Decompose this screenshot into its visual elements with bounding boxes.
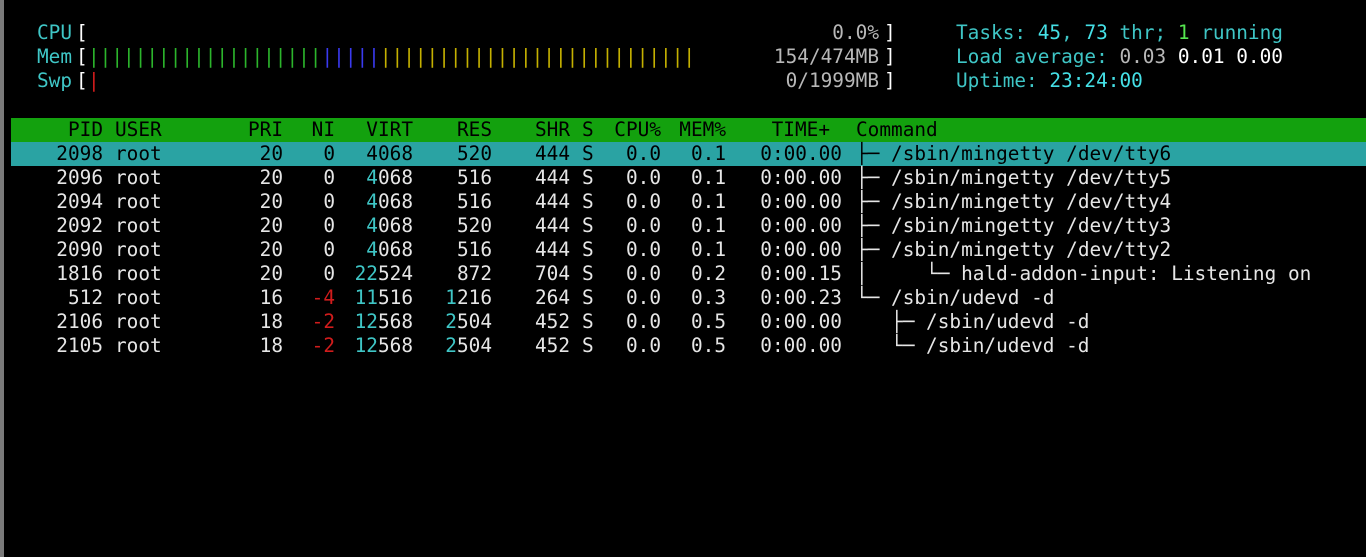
memory-meter-bars: ||||||||||||||||||||||||||||||||||||||||… <box>88 45 695 69</box>
load-average-1min: 0.03 <box>1119 45 1167 68</box>
process-tree-branch: ├─ <box>856 190 892 213</box>
time-cell: 0:00.00 <box>760 334 842 357</box>
swap-meter-bars: | <box>88 69 100 92</box>
uptime-value: 23:24:00 <box>1049 69 1143 92</box>
threads-label: thr; <box>1107 21 1178 44</box>
memory-cache-bars: ||||||||||||||||||||||||||| <box>379 45 696 68</box>
running-count: 1 <box>1177 21 1190 44</box>
process-tree-branch: ├─ <box>856 142 892 165</box>
threads-count: 73 <box>1084 21 1108 44</box>
memory-used-bars: |||||||||||||||||||| <box>88 45 322 68</box>
memory-buffers-bars: ||||| <box>321 45 380 68</box>
process-row[interactable]: 512 root 16 -4 11516 1216 264 S 0.0 0.3 0:00.23 └─ … <box>11 286 1366 310</box>
process-tree-branch: └─ <box>856 334 927 357</box>
running-label: running <box>1189 21 1283 44</box>
process-row[interactable]: 2094 root 20 0 4068 516 444 S 0.0 0.1 0:00.00 ├─ /s… <box>11 190 1366 214</box>
time-cell: 0:00.00 <box>760 214 842 237</box>
uptime: Uptime: 23:24:00 <box>956 69 1143 93</box>
load-average-label: Load average: <box>956 45 1120 68</box>
htop-terminal: CPU [ 0.0% ] Mem [ |||||||||||||||||||||… <box>0 0 1366 557</box>
memory-meter-value: 154/474MB <box>773 45 879 68</box>
command-text: /sbin/udevd -d <box>891 286 1055 309</box>
command-text: hald-addon-input: Listening on <box>961 262 1312 285</box>
process-row[interactable]: 2096 root 20 0 4068 516 444 S 0.0 0.1 0:00.00 ├─ /s… <box>11 166 1366 190</box>
command-cell: ├─ /sbin/mingetty /dev/tty4 <box>856 190 1171 214</box>
process-row[interactable]: 2098 root 20 0 4068 520 444 S 0.0 0.1 0:00.00 ├─ /s… <box>11 142 1366 166</box>
command-text: /sbin/mingetty /dev/tty2 <box>891 238 1172 261</box>
time-cell: 0:00.00 <box>760 238 842 261</box>
command-cell: ├─ /sbin/mingetty /dev/tty5 <box>856 166 1171 190</box>
time-cell: 0:00.00 <box>760 190 842 213</box>
time-cell: 0:00.00 <box>760 142 842 165</box>
process-row[interactable]: 1816 root 20 0 22524 872 704 S 0.0 0.2 0:00.15 │ └─… <box>11 262 1366 286</box>
load-average-5min: 0.01 <box>1177 45 1225 68</box>
time-cell: 0:00.00 <box>760 310 842 333</box>
time-cell: 0:00.15 <box>760 262 842 285</box>
swap-meter-open-bracket: [ <box>76 69 88 92</box>
command-text: /sbin/mingetty /dev/tty5 <box>891 166 1172 189</box>
process-tree-branch: └─ <box>856 286 892 309</box>
cpu-meter-open-bracket: [ <box>76 21 88 44</box>
process-tree-branch: │ └─ <box>856 262 962 285</box>
cpu-meter-value: 0.0% <box>832 21 879 44</box>
command-cell: ├─ /sbin/mingetty /dev/tty2 <box>856 238 1171 262</box>
process-tree-branch: ├─ <box>856 310 927 333</box>
memory-meter-open-bracket: [ <box>76 45 88 68</box>
command-cell: ├─ /sbin/mingetty /dev/tty3 <box>856 214 1171 238</box>
process-row[interactable]: 2090 root 20 0 4068 516 444 S 0.0 0.1 0:00.00 ├─ /s… <box>11 238 1366 262</box>
process-tree-branch: ├─ <box>856 238 892 261</box>
command-cell: ├─ /sbin/udevd -d <box>856 310 1090 334</box>
tasks-count: 45 <box>1037 21 1062 44</box>
cpu-meter-label: CPU <box>37 21 73 44</box>
cpu-meter-close-bracket: ] <box>884 21 896 44</box>
memory-meter-label: Mem <box>37 45 73 68</box>
swap-meter: Swp [ | 0/1999MB ] <box>8 69 1366 93</box>
process-row[interactable]: 2106 root 18 -2 12568 2504 452 S 0.0 0.5 0:00.00 ├… <box>11 310 1366 334</box>
load-average: Load average: 0.03 0.01 0.00 <box>956 45 1283 69</box>
swap-meter-label: Swp <box>37 69 73 92</box>
column-header-time[interactable]: TIME+ <box>11 118 830 142</box>
command-cell: ├─ /sbin/mingetty /dev/tty6 <box>856 142 1171 166</box>
swap-meter-value: 0/1999MB <box>785 69 879 92</box>
tasks-summary: Tasks: 45, 73 thr; 1 running <box>956 21 1283 45</box>
memory-meter-close-bracket: ] <box>884 45 896 68</box>
process-tree-branch: ├─ <box>856 214 892 237</box>
tasks-separator: , <box>1061 21 1085 44</box>
tasks-label: Tasks: <box>956 21 1038 44</box>
column-header-command[interactable]: Command <box>856 118 938 142</box>
process-tree-branch: ├─ <box>856 166 892 189</box>
command-cell: │ └─ hald-addon-input: Listening on <box>856 262 1311 286</box>
process-row[interactable]: 2105 root 18 -2 12568 2504 452 S 0.0 0.5 0:00.00 └… <box>11 334 1366 358</box>
command-cell: └─ /sbin/udevd -d <box>856 334 1090 358</box>
process-row[interactable]: 2092 root 20 0 4068 520 444 S 0.0 0.1 0:00.00 ├─ /s… <box>11 214 1366 238</box>
load-average-15min: 0.00 <box>1236 45 1283 68</box>
swap-meter-close-bracket: ] <box>884 69 896 92</box>
command-text: /sbin/mingetty /dev/tty3 <box>891 214 1172 237</box>
command-text: /sbin/mingetty /dev/tty4 <box>891 190 1172 213</box>
uptime-label: Uptime: <box>956 69 1050 92</box>
command-cell: └─ /sbin/udevd -d <box>856 286 1054 310</box>
command-text: /sbin/udevd -d <box>926 334 1090 357</box>
time-cell: 0:00.23 <box>760 286 842 309</box>
time-cell: 0:00.00 <box>760 166 842 189</box>
process-table-header: PID USER PRI NI VIRT RES SHR S CPU% MEM%… <box>11 118 1366 142</box>
command-text: /sbin/mingetty /dev/tty6 <box>891 142 1172 165</box>
command-text: /sbin/udevd -d <box>926 310 1090 333</box>
